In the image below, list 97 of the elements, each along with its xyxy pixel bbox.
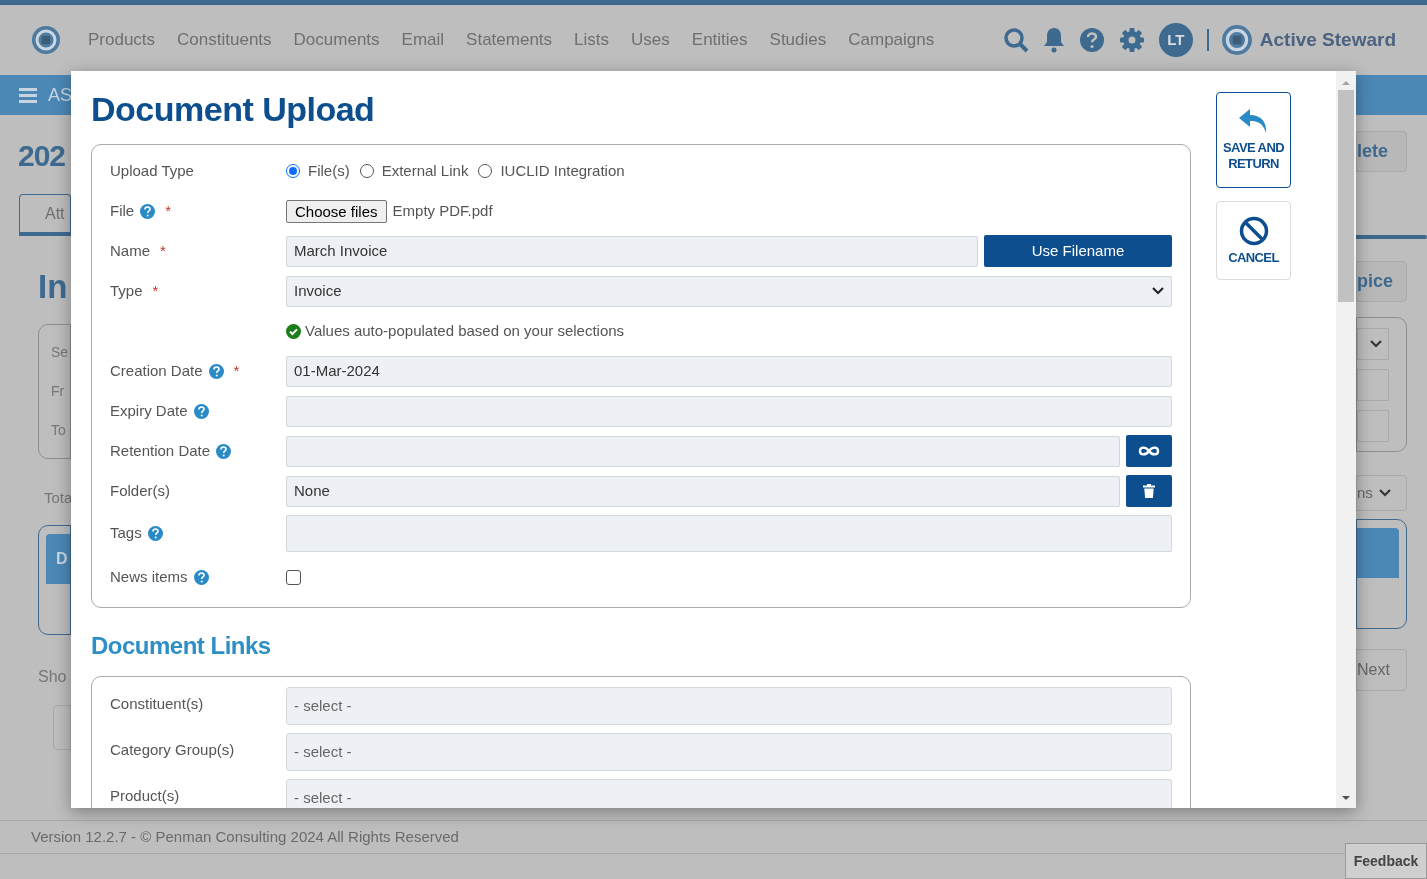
check-icon xyxy=(286,323,301,339)
invoice-button[interactable]: pice xyxy=(1356,261,1407,302)
nav-link[interactable]: Entities xyxy=(691,27,748,53)
total-label: Tota xyxy=(44,487,71,508)
nav-link[interactable]: Constituents xyxy=(177,27,272,53)
auto-populate-note: Values auto-populated based on your selections xyxy=(305,320,625,341)
radio-label: IUCLID Integration xyxy=(500,160,625,181)
field-label: Category Group(s) xyxy=(110,740,236,760)
nav-link[interactable]: Lists xyxy=(574,27,610,53)
nav-link[interactable]: Documents xyxy=(293,27,380,53)
page-title: 202 xyxy=(18,138,67,174)
help-icon[interactable] xyxy=(193,403,209,419)
choose-files-button[interactable]: Choose files xyxy=(286,199,387,223)
cancel-button[interactable]: CANCEL xyxy=(1216,201,1291,280)
feedback-button[interactable]: Feedback xyxy=(1345,843,1427,879)
nav-link[interactable]: Statements xyxy=(466,27,553,53)
brand-name: Active Steward xyxy=(1259,27,1396,52)
select-field[interactable]: - select - xyxy=(286,779,1172,808)
radio-button[interactable] xyxy=(478,164,493,178)
field-label: Creation Date xyxy=(110,360,203,381)
nav-link[interactable]: Email xyxy=(401,27,445,53)
field-label: News items xyxy=(110,566,188,587)
help-icon[interactable] xyxy=(208,363,224,379)
name-field[interactable]: March Invoice xyxy=(286,235,978,267)
subbar-title: AS xyxy=(48,83,72,107)
field-label: Expiry Date xyxy=(110,400,188,421)
table-header xyxy=(1357,528,1399,578)
date-field[interactable] xyxy=(286,435,1120,467)
filter-field[interactable] xyxy=(1357,369,1389,401)
bell-icon[interactable] xyxy=(1042,27,1065,53)
help-icon[interactable] xyxy=(193,569,209,585)
dialog-title: Document Upload xyxy=(91,89,376,130)
nav-link[interactable]: Products xyxy=(88,27,156,53)
chevron-down-icon xyxy=(1152,287,1164,295)
date-field[interactable] xyxy=(286,395,1172,427)
file-name: Empty PDF.pdf xyxy=(392,200,493,221)
chevron-down-icon xyxy=(1370,340,1382,348)
section-heading: Document Links xyxy=(91,631,272,661)
scrollbar[interactable] xyxy=(1336,71,1356,808)
folder-field[interactable]: None xyxy=(286,475,1120,507)
field-label: Constituent(s) xyxy=(110,694,205,714)
trash-icon xyxy=(1143,484,1155,498)
scroll-down-icon[interactable] xyxy=(1341,794,1351,802)
help-icon[interactable] xyxy=(147,525,163,541)
filter-label: Fr xyxy=(51,381,66,401)
footer-text: Version 12.2.7 - © Penman Consulting 2024 All Rights Reserved xyxy=(31,826,459,847)
field-label: Type xyxy=(110,280,143,301)
help-icon[interactable] xyxy=(216,443,232,459)
field-label: Product(s) xyxy=(110,786,181,806)
chevron-down-icon xyxy=(1378,489,1391,497)
checkbox[interactable] xyxy=(286,569,301,585)
infinity-button[interactable] xyxy=(1126,435,1172,467)
menu-icon[interactable] xyxy=(19,87,37,103)
field-label: Tags xyxy=(110,522,142,543)
field-label: Folder(s) xyxy=(110,480,170,501)
filter-label: To xyxy=(51,420,67,440)
date-field[interactable]: 01-Mar-2024 xyxy=(286,355,1172,387)
scrollbar-thumb[interactable] xyxy=(1338,90,1354,302)
field-label: Retention Date xyxy=(110,440,211,461)
required-mark: * xyxy=(233,360,240,381)
delete-button[interactable]: lete xyxy=(1356,131,1407,172)
help-icon[interactable] xyxy=(1078,27,1105,53)
logo-icon xyxy=(1220,24,1253,56)
tags-field[interactable] xyxy=(286,514,1172,552)
select-field[interactable]: - select - xyxy=(286,687,1172,725)
search-icon[interactable] xyxy=(1002,27,1029,53)
type-select[interactable]: Invoice xyxy=(286,275,1172,307)
required-mark: * xyxy=(165,200,171,221)
user-avatar[interactable]: LT xyxy=(1158,23,1193,57)
nav-link[interactable]: Uses xyxy=(631,27,670,53)
field-label: File xyxy=(110,200,135,221)
settings-icon[interactable] xyxy=(1118,27,1145,53)
filter-label: Se xyxy=(51,342,70,362)
radio-label: File(s) xyxy=(308,160,350,181)
logo-icon xyxy=(31,25,61,55)
show-label: Sho xyxy=(38,667,68,687)
filter-field[interactable] xyxy=(1357,410,1389,442)
required-mark: * xyxy=(160,240,166,261)
use-filename-button[interactable]: Use Filename xyxy=(984,235,1172,267)
help-icon[interactable] xyxy=(140,203,156,219)
radio-button[interactable] xyxy=(286,164,300,178)
radio-button[interactable] xyxy=(359,164,374,178)
table-header: D xyxy=(46,534,70,584)
select-field[interactable]: - select - xyxy=(286,733,1172,771)
cancel-icon xyxy=(1238,215,1269,246)
section-title: In xyxy=(38,267,69,307)
required-mark: * xyxy=(152,280,159,301)
save-and-return-button[interactable]: SAVE AND RETURN xyxy=(1216,92,1291,188)
infinity-icon xyxy=(1138,445,1160,457)
field-label: Name xyxy=(110,240,150,261)
scroll-up-icon[interactable] xyxy=(1341,79,1351,87)
nav-link[interactable]: Campaigns xyxy=(848,27,935,53)
columns-dropdown[interactable]: ns xyxy=(1356,475,1407,511)
field-label: Upload Type xyxy=(110,161,194,179)
radio-label: External Link xyxy=(381,160,469,181)
nav-link[interactable]: Studies xyxy=(769,27,827,53)
delete-button[interactable] xyxy=(1126,475,1172,507)
